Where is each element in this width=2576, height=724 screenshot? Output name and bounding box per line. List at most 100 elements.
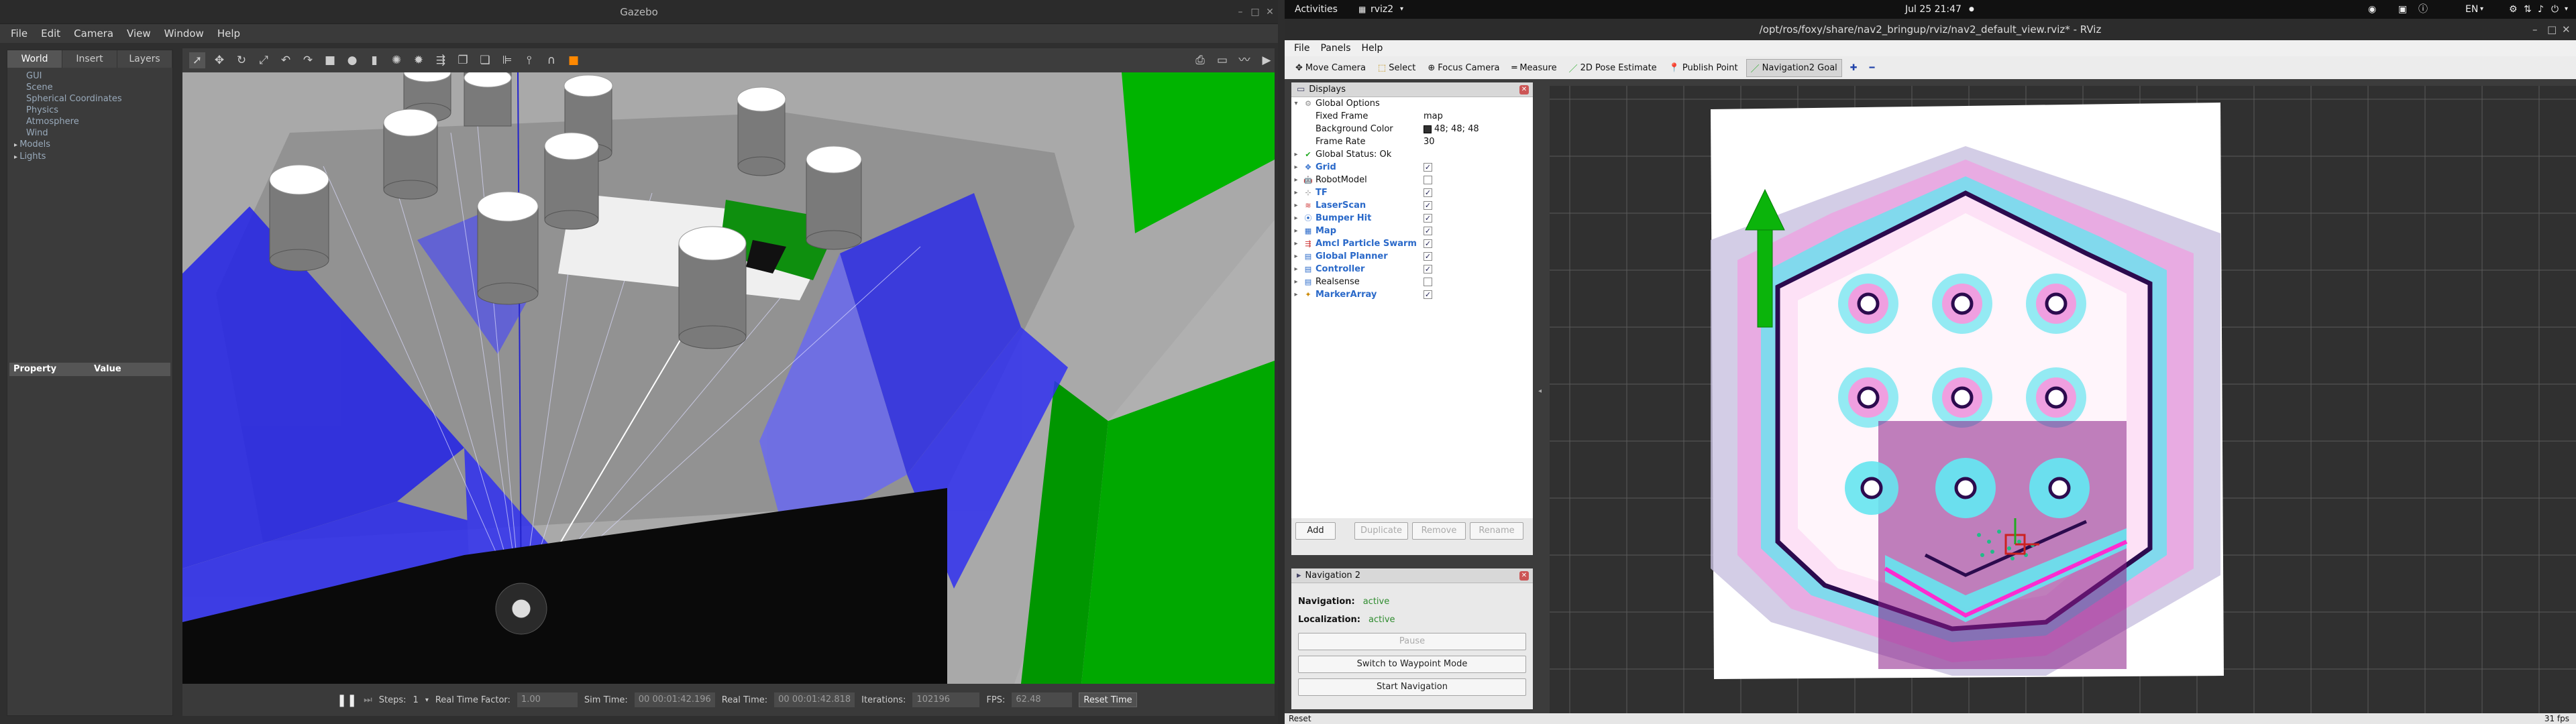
maximize-icon[interactable]: □ <box>2547 19 2557 40</box>
display-row[interactable]: ▸ ▤ Controller ✓ <box>1291 263 1533 276</box>
tab-layers[interactable]: Layers <box>117 50 172 68</box>
close-icon[interactable]: ✕ <box>1264 6 1276 18</box>
remove-button[interactable]: Remove <box>1412 522 1466 540</box>
point-light-icon[interactable]: ✺ <box>388 52 405 68</box>
close-panel-icon[interactable]: ✕ <box>1519 570 1529 581</box>
menu-panels[interactable]: Panels <box>1316 40 1354 56</box>
display-row[interactable]: ▸ 🤖 RobotModel <box>1291 174 1533 186</box>
display-checkbox[interactable]: ✓ <box>1424 163 1432 172</box>
expand-arrow-icon[interactable]: ▸ <box>1291 212 1301 225</box>
menu-window[interactable]: Window <box>159 27 209 40</box>
pause-button[interactable]: Pause <box>1298 633 1526 650</box>
tree-item-physics[interactable]: Physics <box>14 105 166 116</box>
maximize-icon[interactable]: □ <box>1249 6 1261 18</box>
waypoint-mode-button[interactable]: Switch to Waypoint Mode <box>1298 656 1526 673</box>
display-row[interactable]: ▸ ⦿ Bumper Hit ✓ <box>1291 212 1533 225</box>
menu-view[interactable]: View <box>121 27 156 40</box>
display-checkbox[interactable] <box>1424 176 1432 184</box>
expand-arrow-icon[interactable]: ▸ <box>1291 288 1301 301</box>
chrome-icon[interactable]: ◉ <box>2368 0 2376 19</box>
log-icon[interactable]: ▭ <box>1214 52 1230 68</box>
screenshot-icon[interactable]: ⎙ <box>1192 52 1208 68</box>
expand-arrow-icon[interactable]: ▸ <box>1291 186 1301 199</box>
move-camera-tool[interactable]: ✥ Move Camera <box>1291 61 1370 75</box>
expand-arrow-icon[interactable]: ▸ <box>1291 199 1301 212</box>
menu-help[interactable]: Help <box>212 27 246 40</box>
background-color-value[interactable]: 48; 48; 48 <box>1434 124 1479 134</box>
box-icon[interactable]: ■ <box>322 52 338 68</box>
duplicate-button[interactable]: Duplicate <box>1354 522 1408 540</box>
gazebo-3d-view[interactable] <box>182 72 1275 684</box>
steps-dropdown-icon[interactable]: ▾ <box>425 697 429 704</box>
copy-icon[interactable]: ❐ <box>455 52 471 68</box>
display-row[interactable]: ▾ ⚙ Global Options <box>1291 97 1533 110</box>
expand-arrow-icon[interactable]: ▸ <box>1291 225 1301 237</box>
property-row[interactable]: Fixed Frame map <box>1291 110 1533 123</box>
app-menu[interactable]: rviz2 <box>1371 0 1393 19</box>
network-icon[interactable]: ⇅ <box>2524 0 2532 19</box>
display-row[interactable]: ▸ ▤ Global Planner ✓ <box>1291 250 1533 263</box>
undo-icon[interactable]: ↶ <box>278 52 294 68</box>
menu-file[interactable]: File <box>1290 40 1313 56</box>
tree-item-lights[interactable]: ▸ Lights <box>14 151 166 163</box>
display-row[interactable]: ▸ ⇶ Amcl Particle Swarm ✓ <box>1291 237 1533 250</box>
menu-help[interactable]: Help <box>1358 40 1387 56</box>
tree-item-gui[interactable]: GUI <box>14 70 166 82</box>
display-checkbox[interactable]: ✓ <box>1424 214 1432 223</box>
display-checkbox[interactable]: ✓ <box>1424 239 1432 248</box>
add-button[interactable]: Add <box>1295 522 1336 540</box>
sphere-icon[interactable]: ● <box>344 52 360 68</box>
step-icon[interactable]: ⏭ <box>364 695 372 705</box>
minimize-icon[interactable]: – <box>2532 19 2538 40</box>
remove-tool-button[interactable]: ━ <box>1866 61 1879 75</box>
expand-arrow-icon[interactable]: ▸ <box>1291 263 1301 276</box>
select-tool[interactable]: ⬚ Select <box>1374 61 1419 75</box>
display-row[interactable]: ▸ ⊹ TF ✓ <box>1291 186 1533 199</box>
record-icon[interactable]: ■ <box>566 52 582 68</box>
expand-arrow-icon[interactable]: ▸ <box>1291 250 1301 263</box>
close-panel-icon[interactable]: ✕ <box>1519 84 1529 95</box>
expand-arrow-icon[interactable]: ▸ <box>1291 174 1301 186</box>
reset-time-button[interactable]: Reset Time <box>1079 692 1137 707</box>
display-row[interactable]: ▸ ✥ Grid ✓ <box>1291 161 1533 174</box>
system-menu-arrow-icon[interactable]: ▾ <box>2565 0 2568 19</box>
pose-estimate-tool[interactable]: ／ 2D Pose Estimate <box>1565 60 1661 76</box>
start-navigation-button[interactable]: Start Navigation <box>1298 678 1526 696</box>
frame-rate-value[interactable]: 30 <box>1424 135 1533 148</box>
tree-item-spherical[interactable]: Spherical Coordinates <box>14 93 166 105</box>
directional-light-icon[interactable]: ⇶ <box>433 52 449 68</box>
expand-arrow-icon[interactable]: ▸ <box>1291 161 1301 174</box>
publish-point-tool[interactable]: 📍 Publish Point <box>1665 61 1742 75</box>
property-row[interactable]: Background Color 48; 48; 48 <box>1291 123 1533 135</box>
display-row[interactable]: ▸ ✔ Global Status: Ok <box>1291 148 1533 161</box>
paste-icon[interactable]: ❏ <box>477 52 493 68</box>
reset-button[interactable]: Reset <box>1289 714 1311 723</box>
display-checkbox[interactable]: ✓ <box>1424 201 1432 210</box>
video-icon[interactable]: ▶ <box>1258 52 1275 68</box>
tree-item-scene[interactable]: Scene <box>14 82 166 93</box>
add-tool-button[interactable]: ✚ <box>1846 61 1862 75</box>
tree-item-wind[interactable]: Wind <box>14 127 166 139</box>
tree-item-atmosphere[interactable]: Atmosphere <box>14 116 166 127</box>
magnet-icon[interactable]: ∩ <box>543 52 559 68</box>
tab-insert[interactable]: Insert <box>62 50 117 68</box>
collapse-left-icon[interactable]: ◂ <box>1538 387 1542 395</box>
volume-icon[interactable]: ♪ <box>2538 0 2544 19</box>
cylinder-icon[interactable]: ▮ <box>366 52 382 68</box>
activities-button[interactable]: Activities <box>1295 0 1338 19</box>
rviz-3d-view[interactable] <box>1550 86 2576 716</box>
clock[interactable]: Jul 25 21:47 <box>1905 0 1962 19</box>
minimize-icon[interactable]: – <box>1234 6 1246 18</box>
pause-icon[interactable]: ❚❚ <box>337 693 357 707</box>
menu-file[interactable]: File <box>5 27 33 40</box>
menu-edit[interactable]: Edit <box>36 27 66 40</box>
expand-arrow-icon[interactable]: ▾ <box>1291 97 1301 110</box>
expand-arrow-icon[interactable]: ▸ <box>1291 148 1301 161</box>
display-row[interactable]: ▸ ≋ LaserScan ✓ <box>1291 199 1533 212</box>
tab-world[interactable]: World <box>7 50 62 68</box>
nav2-goal-tool[interactable]: ／ Navigation2 Goal <box>1746 58 1842 77</box>
measure-tool[interactable]: ═ Measure <box>1508 61 1561 75</box>
steps-value[interactable]: 1 <box>413 695 419 705</box>
plot-icon[interactable]: 〰 <box>1236 52 1252 68</box>
align-icon[interactable]: ⊫ <box>499 52 515 68</box>
